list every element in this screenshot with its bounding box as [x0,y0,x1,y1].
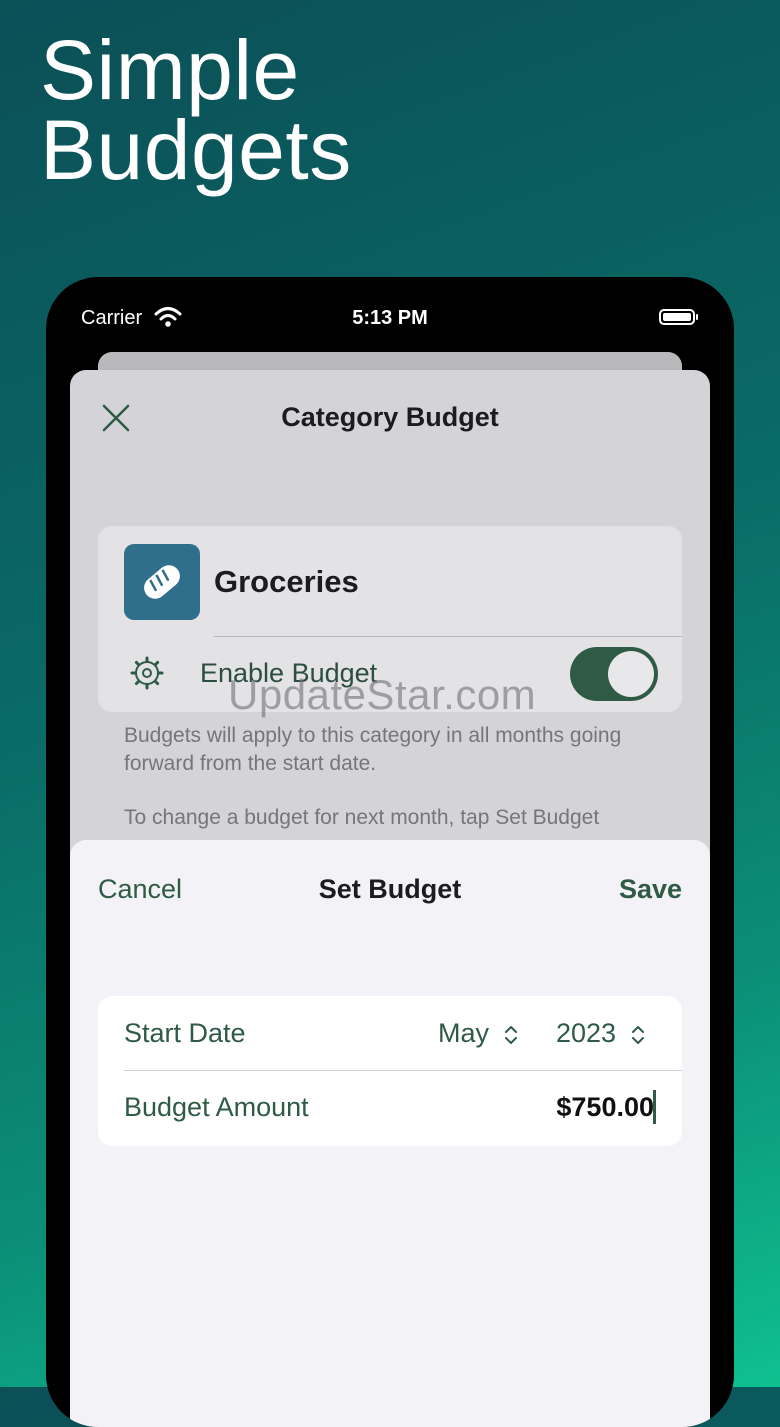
budget-amount-label: Budget Amount [124,1092,309,1122]
budget-form: Start Date May 2023 Budget Amount $750.0… [98,996,682,1146]
month-value: May [438,1018,490,1048]
budget-footnote-2: To change a budget for next month, tap S… [124,806,600,829]
budget-footnote-1: Budgets will apply to this category in a… [124,724,622,775]
year-value: 2023 [556,1018,617,1048]
gear-icon [130,656,164,690]
bread-icon [124,544,200,620]
category-name: Groceries [214,564,359,599]
start-date-label: Start Date [124,1018,246,1048]
year-picker[interactable]: 2023 [556,1018,646,1049]
headline-line-2: Budgets [40,103,352,197]
chevron-up-down-icon [504,1025,517,1044]
set-budget-modal: Cancel Set Budget Save Start Date May 20… [70,840,710,1427]
chevron-up-down-icon [631,1025,644,1044]
divider [214,636,682,637]
status-time: 5:13 PM [352,307,428,329]
month-picker[interactable]: May [438,1018,519,1049]
save-button[interactable]: Save [619,874,682,905]
phone-frame: Carrier 5:13 PM Category Budget Grocerie… [46,277,734,1427]
status-bar: Carrier 5:13 PM [46,277,734,347]
battery-icon [659,309,698,325]
category-budget-title: Category Budget [281,402,499,432]
set-budget-title: Set Budget [318,874,462,904]
toggle-knob [608,651,654,697]
budget-amount-input[interactable]: $750.00 [556,1092,654,1123]
text-cursor [653,1090,656,1124]
enable-budget-toggle[interactable] [570,647,658,701]
divider [124,1070,682,1071]
watermark: UpdateStar.com [228,671,537,718]
headline-line-1: Simple [40,23,300,117]
headline: Simple Budgets [40,23,352,197]
